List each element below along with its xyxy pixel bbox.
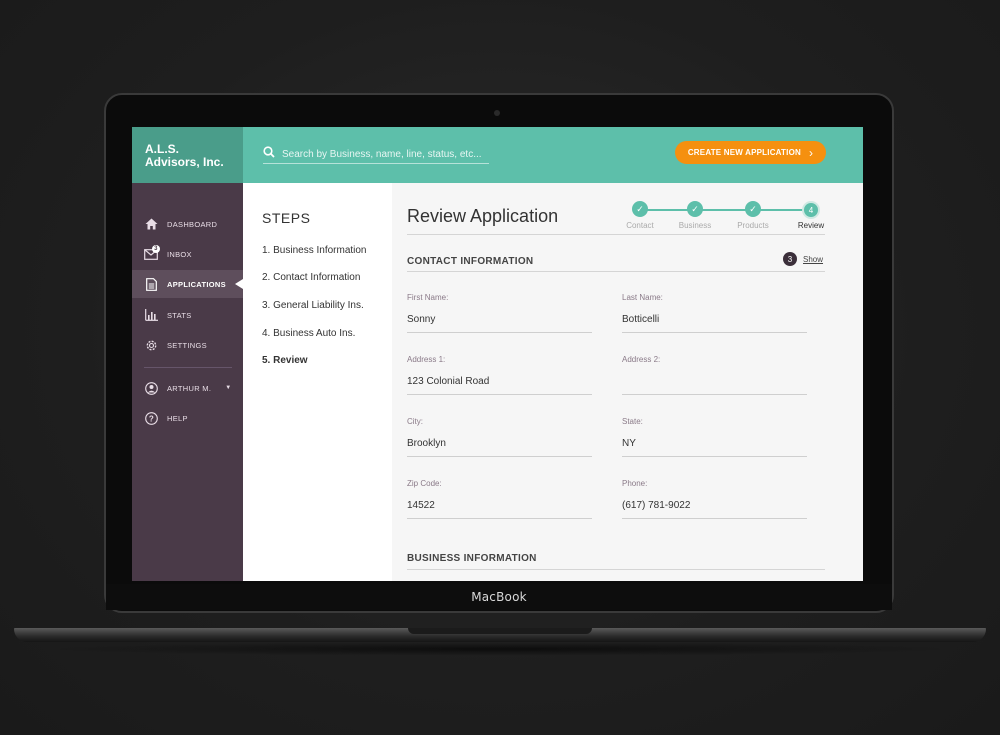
sidebar-item-applications[interactable]: APPLICATIONS [132,270,243,298]
zip-label: Zip Code: [407,479,442,488]
laptop-notch [408,628,592,634]
address2-label: Address 2: [622,355,661,364]
step-item-current[interactable]: 5. Review [262,355,308,366]
steps-title: STEPS [262,210,311,226]
sidebar-item-user[interactable]: ARTHUR M. ▼ [132,374,243,402]
top-bar: A.L.S. Advisors, Inc. Search by Business… [132,127,863,183]
sidebar-item-dashboard[interactable]: DASHBOARD [132,210,243,238]
show-link[interactable]: Show [803,255,823,264]
sidebar-item-inbox[interactable]: 3 INBOX [132,240,243,268]
progress-step-done[interactable]: ✓ [745,201,761,217]
show-count-badge: 3 [783,252,797,266]
search-icon [263,145,275,163]
document-icon [144,277,158,291]
field-underline [622,518,807,519]
state-label: State: [622,417,643,426]
zip-field[interactable]: 14522 [407,500,435,511]
step-item[interactable]: 3. General Liability Ins. [262,300,364,311]
step-item[interactable]: 1. Business Information [262,245,367,256]
sidebar-item-label: DASHBOARD [167,219,218,229]
progress-label: Products [737,221,769,230]
address1-field[interactable]: 123 Colonial Road [407,376,489,387]
brand-logo[interactable]: A.L.S. Advisors, Inc. [132,127,243,183]
progress-label: Contact [626,221,654,230]
svg-text:?: ? [148,414,153,423]
last-name-label: Last Name: [622,293,663,302]
mail-icon: 3 [144,245,160,261]
sidebar-item-label: STATS [167,310,192,320]
laptop-shadow [40,642,960,656]
step-item[interactable]: 2. Contact Information [262,272,360,283]
device-label: MacBook [471,590,527,604]
check-icon: ✓ [636,203,644,214]
progress-label-current: Review [797,221,825,230]
phone-label: Phone: [622,479,648,488]
field-underline [407,394,592,395]
first-name-label: First Name: [407,293,449,302]
sidebar-item-label: SETTINGS [167,340,207,350]
user-icon [144,381,158,395]
sidebar-item-label: ARTHUR M. [167,383,212,393]
sidebar-item-label: HELP [167,413,188,423]
steps-panel: STEPS 1. Business Information 2. Contact… [243,183,392,581]
field-underline [622,394,807,395]
field-underline [622,456,807,457]
sidebar-item-label: INBOX [167,249,192,259]
caret-down-icon: ▼ [225,385,232,391]
section-divider [407,271,825,272]
chevron-right-icon: › [808,145,814,160]
field-underline [407,332,592,333]
check-icon: ✓ [691,203,699,214]
city-field[interactable]: Brooklyn [407,438,446,449]
search-placeholder: Search by Business, name, line, status, … [282,148,482,160]
phone-field[interactable]: (617) 781-9022 [622,500,690,511]
title-divider [407,234,825,235]
camera [494,110,500,116]
bar-chart-icon [144,308,158,322]
main-content: Review Application ✓ ✓ ✓ 4 Contact Busin… [392,183,863,581]
help-icon: ? [144,411,158,425]
last-name-field[interactable]: Botticelli [622,314,659,325]
progress-step-done[interactable]: ✓ [687,201,703,217]
section-divider [407,569,825,570]
create-application-button[interactable]: CREATE NEW APPLICATION › [675,141,826,164]
field-underline [407,456,592,457]
home-icon [144,217,158,231]
brand-line-2: Advisors, Inc. [145,155,224,169]
sidebar-item-label: APPLICATIONS [167,279,226,289]
progress-track [640,209,811,211]
progress-step-current[interactable]: 4 [802,201,820,219]
app-screen: A.L.S. Advisors, Inc. Search by Business… [132,127,863,581]
search-input[interactable]: Search by Business, name, line, status, … [263,145,489,164]
address1-label: Address 1: [407,355,446,364]
progress-step-done[interactable]: ✓ [632,201,648,217]
city-label: City: [407,417,423,426]
progress-label: Business [678,221,712,230]
step-item[interactable]: 4. Business Auto Ins. [262,328,355,339]
sidebar-item-help[interactable]: ? HELP [132,404,243,432]
sidebar: DASHBOARD 3 INBOX APPLICATIONS STATS SET… [132,183,243,581]
state-field[interactable]: NY [622,438,636,449]
laptop-bezel-bottom: MacBook [106,584,892,610]
check-icon: ✓ [749,203,757,214]
gear-icon [144,338,158,352]
sidebar-divider [144,367,232,368]
contact-section-heading: CONTACT INFORMATION [407,256,534,267]
business-section-heading: BUSINESS INFORMATION [407,553,537,564]
sidebar-item-settings[interactable]: SETTINGS [132,331,243,359]
field-underline [407,518,592,519]
create-application-label: CREATE NEW APPLICATION [687,148,801,157]
page-title: Review Application [407,206,559,226]
sidebar-item-stats[interactable]: STATS [132,301,243,329]
field-underline [622,332,807,333]
inbox-badge: 3 [152,245,160,253]
first-name-field[interactable]: Sonny [407,314,435,325]
